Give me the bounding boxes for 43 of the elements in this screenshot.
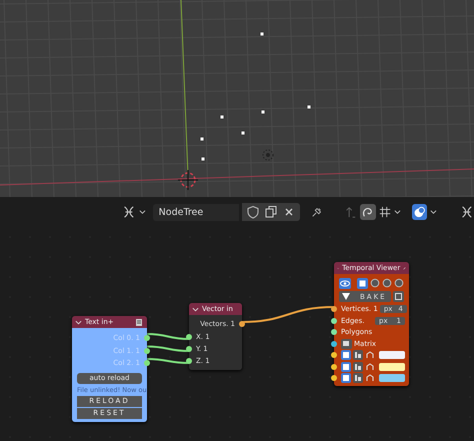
node-link[interactable] — [146, 333, 190, 340]
circle-icon[interactable] — [394, 278, 404, 288]
color-swatch[interactable] — [379, 362, 405, 370]
frame-icon[interactable] — [393, 291, 404, 302]
chevron-down-icon[interactable] — [75, 318, 82, 326]
vertex-point — [242, 132, 244, 134]
copy-icon[interactable] — [264, 205, 278, 219]
color-swatch[interactable] — [379, 351, 405, 359]
chevron-down-icon[interactable] — [192, 306, 199, 312]
overlay-icon[interactable] — [412, 204, 428, 220]
eye-icon[interactable] — [339, 278, 351, 288]
vertex-point — [220, 116, 224, 118]
matrix-icon[interactable] — [341, 338, 352, 348]
vertex-point — [260, 32, 264, 36]
circle-icon[interactable] — [370, 278, 380, 288]
input-socket[interactable] — [331, 340, 337, 346]
circle-icon[interactable] — [382, 278, 392, 288]
grid-icon[interactable] — [378, 205, 391, 219]
funnel-icon — [342, 293, 350, 300]
node-link[interactable] — [242, 306, 334, 323]
vertex-point — [202, 158, 204, 160]
pin-icon[interactable] — [310, 205, 323, 219]
chevron-down-icon[interactable] — [394, 208, 401, 216]
node-link[interactable] — [146, 358, 190, 364]
chevron-down-icon[interactable] — [138, 208, 146, 216]
node-tree-name-field[interactable]: NodeTree — [152, 204, 239, 220]
chevron-down-icon[interactable] — [430, 208, 438, 216]
vertex-point — [308, 106, 310, 108]
text-file-icon[interactable] — [135, 318, 144, 326]
snap-icon[interactable] — [360, 204, 376, 220]
node-tree-icon[interactable] — [122, 204, 136, 220]
node-tree-icon[interactable] — [460, 204, 474, 220]
input-socket[interactable] — [331, 318, 337, 324]
color-swatch[interactable] — [379, 374, 405, 382]
input-socket[interactable] — [331, 329, 337, 335]
output-socket[interactable] — [239, 321, 245, 328]
vertex-point — [262, 110, 264, 114]
shield-icon[interactable] — [246, 205, 260, 219]
vertex-point — [200, 138, 204, 140]
light-icon — [262, 150, 274, 160]
node-link[interactable] — [146, 346, 190, 352]
3d-cursor-icon — [178, 170, 198, 190]
input-socket[interactable] — [331, 306, 337, 312]
